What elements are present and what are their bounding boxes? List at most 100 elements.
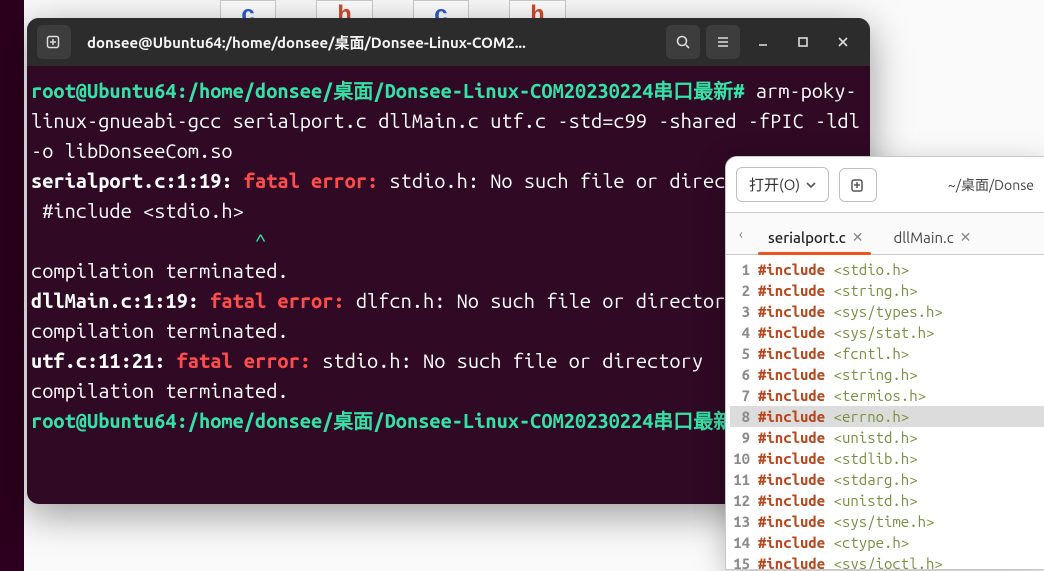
code-line[interactable]: 12#include <unistd.h>	[730, 490, 1044, 511]
compilation-terminated: compilation terminated.	[31, 319, 289, 342]
open-button[interactable]: 打开(O)	[736, 167, 829, 202]
code-line[interactable]: 9#include <unistd.h>	[730, 427, 1044, 448]
search-button[interactable]	[666, 25, 700, 59]
include-keyword: #include	[758, 343, 825, 364]
error-message: stdio.h: No such file or directory	[389, 169, 770, 192]
error-message: stdio.h: No such file or directory	[322, 349, 703, 372]
line-number: 11	[730, 469, 758, 490]
code-line[interactable]: 5#include <fcntl.h>	[730, 343, 1044, 364]
line-number: 7	[730, 385, 758, 406]
include-header: <stdarg.h>	[825, 469, 917, 490]
prompt: root@Ubuntu64:/home/donsee/桌面/Donsee-Lin…	[31, 79, 745, 102]
close-icon[interactable]: ✕	[852, 229, 864, 246]
maximize-button[interactable]	[786, 25, 820, 59]
line-number: 12	[730, 490, 758, 511]
include-keyword: #include	[758, 259, 825, 280]
include-header: <ctype.h>	[825, 532, 909, 553]
code-line[interactable]: 10#include <stdlib.h>	[730, 448, 1044, 469]
new-document-button[interactable]	[839, 168, 877, 202]
chevron-down-icon	[806, 180, 816, 190]
include-header: <fcntl.h>	[825, 343, 909, 364]
terminal-titlebar[interactable]: donsee@Ubuntu64:/home/donsee/桌面/Donsee-L…	[27, 18, 870, 66]
editor-tabs: ‹ serialport.c ✕ dllMain.c ✕	[726, 213, 1044, 255]
include-keyword: #include	[758, 511, 825, 532]
include-keyword: #include	[758, 406, 825, 427]
error-caret: ^	[31, 229, 266, 252]
include-header: <unistd.h>	[825, 490, 917, 511]
line-number: 10	[730, 448, 758, 469]
include-header: <sys/time.h>	[825, 511, 934, 532]
tab-dllmain-c[interactable]: dllMain.c ✕	[877, 221, 985, 254]
include-keyword: #include	[758, 301, 825, 322]
include-header: <sys/types.h>	[825, 301, 943, 322]
include-keyword: #include	[758, 553, 825, 569]
tab-label: serialport.c	[768, 229, 846, 246]
menu-button[interactable]	[706, 25, 740, 59]
include-header: <unistd.h>	[825, 427, 917, 448]
include-keyword: #include	[758, 469, 825, 490]
error-message: dlfcn.h: No such file or directory	[356, 289, 737, 312]
fatal-error-label: fatal error:	[233, 169, 390, 192]
include-keyword: #include	[758, 427, 825, 448]
code-line[interactable]: 8#include <errno.h>	[730, 406, 1044, 427]
error-code-line: #include <stdio.h>	[31, 199, 244, 222]
code-line[interactable]: 7#include <termios.h>	[730, 385, 1044, 406]
include-header: <stdlib.h>	[825, 448, 917, 469]
fatal-error-label: fatal error:	[199, 289, 356, 312]
dock-strip	[0, 0, 24, 571]
line-number: 13	[730, 511, 758, 532]
include-keyword: #include	[758, 490, 825, 511]
include-keyword: #include	[758, 448, 825, 469]
line-number: 5	[730, 343, 758, 364]
include-header: <termios.h>	[825, 385, 926, 406]
tab-scroll-left[interactable]: ‹	[730, 226, 752, 242]
include-keyword: #include	[758, 280, 825, 301]
prompt: root@Ubuntu64:/home/donsee/桌面/Donsee-Lin…	[31, 409, 756, 432]
line-number: 4	[730, 322, 758, 343]
line-number: 3	[730, 301, 758, 322]
code-line[interactable]: 11#include <stdarg.h>	[730, 469, 1044, 490]
code-line[interactable]: 6#include <string.h>	[730, 364, 1044, 385]
minimize-button[interactable]	[746, 25, 780, 59]
include-keyword: #include	[758, 532, 825, 553]
tab-serialport-c[interactable]: serialport.c ✕	[752, 221, 877, 254]
line-number: 8	[730, 406, 758, 427]
include-header: <errno.h>	[825, 406, 909, 427]
include-keyword: #include	[758, 364, 825, 385]
include-header: <stdio.h>	[825, 259, 909, 280]
close-button[interactable]	[826, 25, 860, 59]
line-number: 14	[730, 532, 758, 553]
code-line[interactable]: 3#include <sys/types.h>	[730, 301, 1044, 322]
compilation-terminated: compilation terminated.	[31, 259, 289, 282]
line-number: 6	[730, 364, 758, 385]
code-line[interactable]: 13#include <sys/time.h>	[730, 511, 1044, 532]
code-line[interactable]: 15#include <sys/ioctl.h>	[730, 553, 1044, 569]
error-location: dllMain.c:1:19:	[31, 289, 199, 312]
file-path: ~/桌面/Donse	[887, 175, 1034, 195]
line-number: 15	[730, 553, 758, 569]
line-number: 2	[730, 280, 758, 301]
include-keyword: #include	[758, 385, 825, 406]
include-header: <string.h>	[825, 280, 917, 301]
window-title: donsee@Ubuntu64:/home/donsee/桌面/Donsee-L…	[79, 32, 650, 53]
editor-header: 打开(O) ~/桌面/Donse	[726, 157, 1044, 213]
code-line[interactable]: 2#include <string.h>	[730, 280, 1044, 301]
editor-body[interactable]: 1#include <stdio.h>2#include <string.h>3…	[726, 255, 1044, 569]
error-location: utf.c:11:21:	[31, 349, 165, 372]
code-line[interactable]: 14#include <ctype.h>	[730, 532, 1044, 553]
line-number: 9	[730, 427, 758, 448]
open-button-label: 打开(O)	[749, 174, 800, 195]
compilation-terminated: compilation terminated.	[31, 379, 289, 402]
include-keyword: #include	[758, 322, 825, 343]
tab-label: dllMain.c	[893, 229, 953, 246]
new-tab-button[interactable]	[37, 25, 71, 59]
close-icon[interactable]: ✕	[960, 229, 972, 246]
include-header: <sys/stat.h>	[825, 322, 934, 343]
fatal-error-label: fatal error:	[165, 349, 322, 372]
editor-window: 打开(O) ~/桌面/Donse ‹ serialport.c ✕ dllMai…	[725, 156, 1044, 570]
code-line[interactable]: 4#include <sys/stat.h>	[730, 322, 1044, 343]
include-header: <sys/ioctl.h>	[825, 553, 943, 569]
include-header: <string.h>	[825, 364, 917, 385]
code-line[interactable]: 1#include <stdio.h>	[730, 259, 1044, 280]
error-location: serialport.c:1:19:	[31, 169, 233, 192]
